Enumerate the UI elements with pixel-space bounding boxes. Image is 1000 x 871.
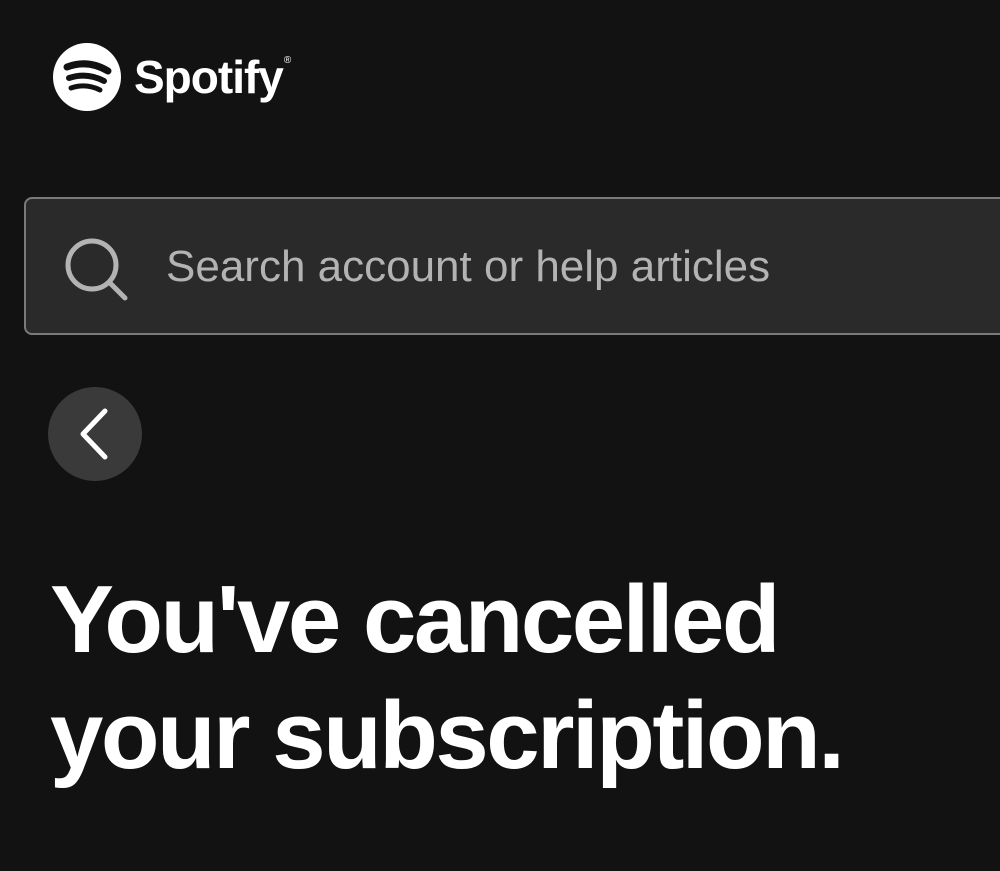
page-title-line-2: your subscription. [50, 682, 845, 789]
back-button[interactable] [48, 387, 142, 481]
registered-mark: ® [283, 55, 291, 66]
page-title-line-1: You've cancelled [50, 566, 781, 673]
spotify-logo-icon[interactable] [52, 42, 122, 112]
brand-name: Spotify [134, 51, 284, 103]
search-bar[interactable] [24, 197, 1000, 335]
page-title: You've cancelled your subscription. [50, 562, 970, 794]
chevron-left-icon [80, 408, 108, 460]
spotify-header: Spotify ® [52, 42, 291, 112]
search-icon [65, 238, 128, 301]
search-input[interactable] [166, 229, 986, 305]
spotify-wordmark[interactable]: Spotify ® [134, 51, 291, 103]
